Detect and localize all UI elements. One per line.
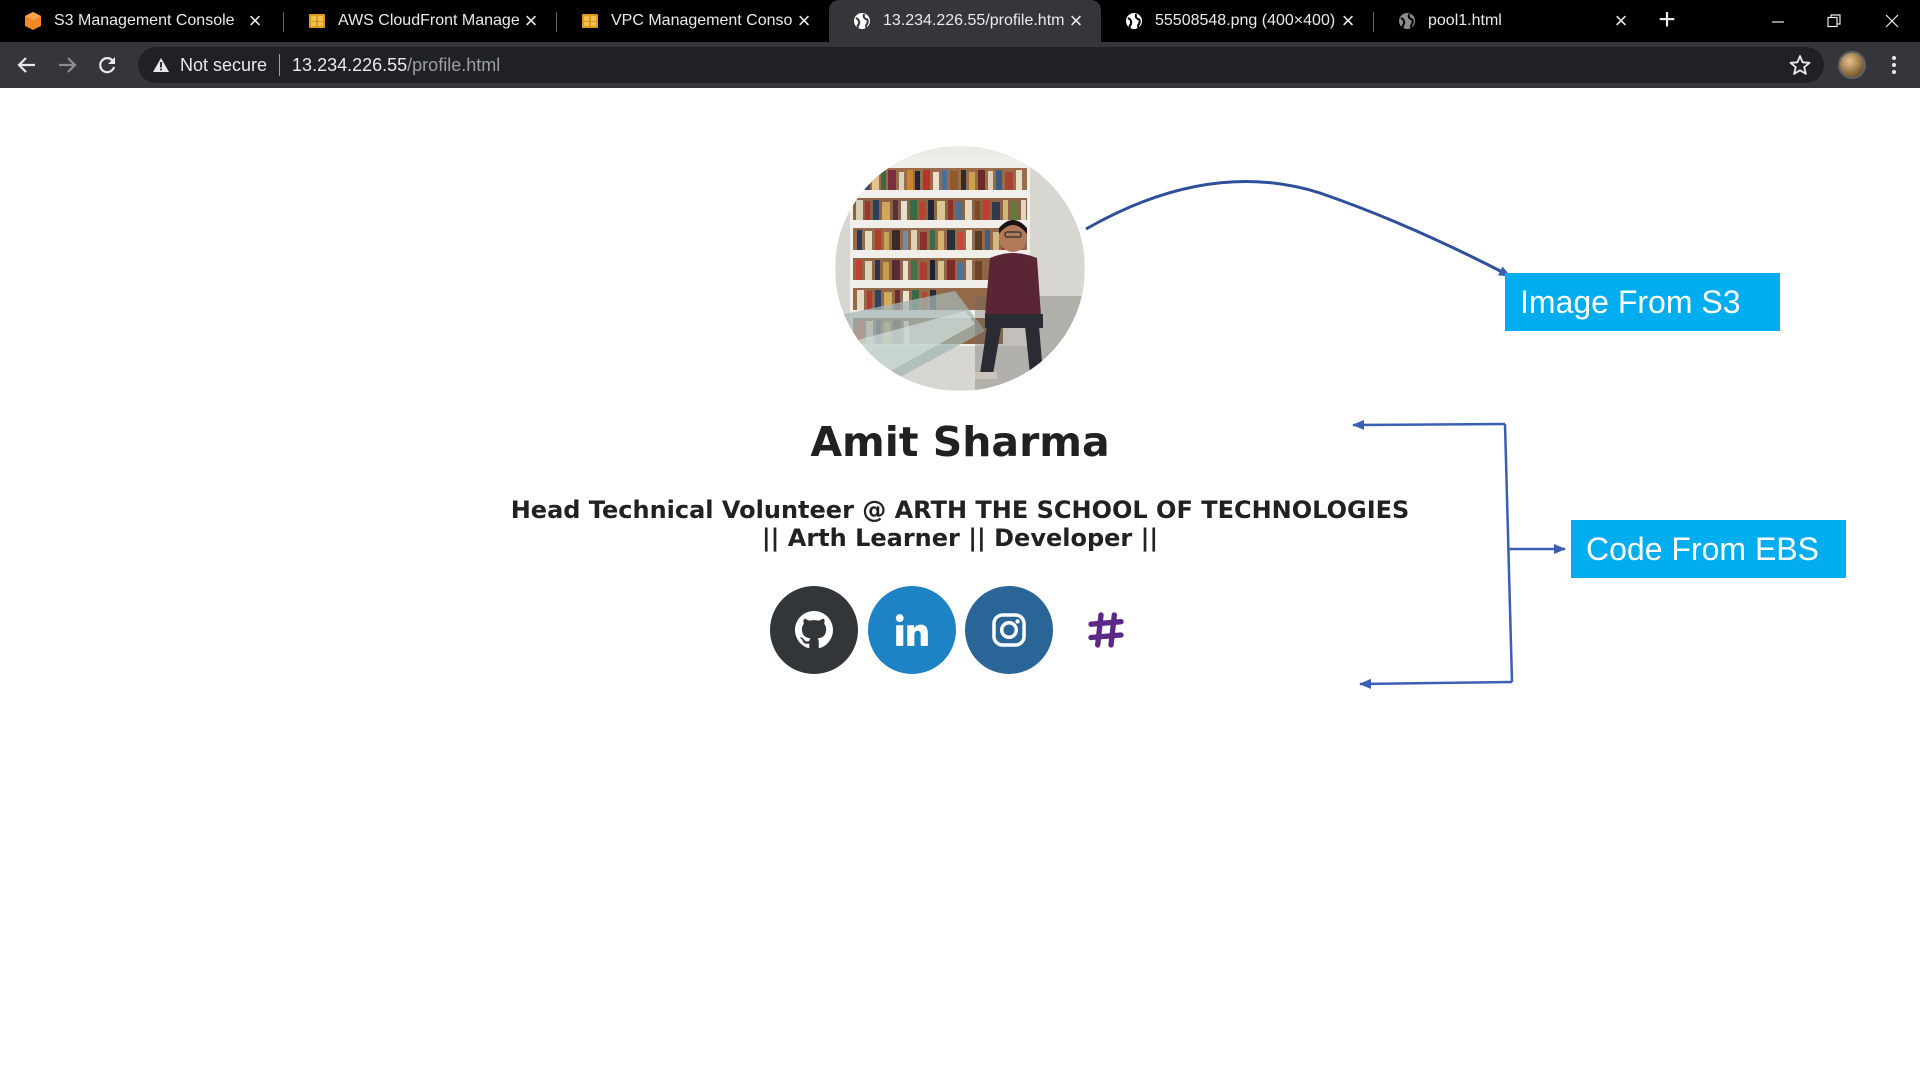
linkedin-icon	[895, 614, 928, 646]
tab-title: 55508548.png (400×400)	[1155, 12, 1336, 29]
github-link[interactable]	[770, 586, 858, 674]
tab-title: S3 Management Console	[54, 12, 235, 29]
minimize-icon	[1772, 21, 1784, 23]
page-content: Amit Sharma Head Technical Volunteer @ A…	[0, 88, 1920, 1080]
tab-profile-page[interactable]: 13.234.226.55/profile.html ×	[829, 0, 1101, 42]
linkedin-link[interactable]	[868, 586, 956, 674]
slack-link[interactable]	[1066, 586, 1146, 674]
instagram-icon	[992, 613, 1026, 647]
tab-title: VPC Management Console	[611, 12, 793, 29]
aws-vpc-icon	[579, 10, 601, 32]
tab-title: 13.234.226.55/profile.html	[883, 12, 1065, 29]
slack-icon	[1088, 612, 1124, 648]
back-button[interactable]	[10, 48, 44, 82]
globe-icon	[1123, 10, 1145, 32]
tab-close-icon[interactable]: ×	[1610, 10, 1632, 32]
tab-title: pool1.html	[1428, 12, 1502, 29]
arrow-left-icon	[17, 57, 35, 73]
restore-button[interactable]	[1806, 0, 1862, 42]
new-tab-button[interactable]: +	[1652, 5, 1682, 36]
tab-close-icon[interactable]: ×	[244, 10, 266, 32]
tab-image-png[interactable]: 55508548.png (400×400) ×	[1101, 0, 1373, 42]
tab-strip: S3 Management Console × AWS CloudFront M…	[0, 0, 1920, 42]
instagram-link[interactable]	[965, 586, 1053, 674]
tab-vpc-console[interactable]: VPC Management Console ×	[557, 0, 829, 42]
profile-name: Amit Sharma	[810, 418, 1110, 466]
github-icon	[795, 611, 833, 649]
browser-menu-button[interactable]	[1880, 50, 1908, 80]
profile-photo	[835, 146, 1085, 391]
minimize-button[interactable]	[1750, 0, 1806, 42]
globe-icon	[851, 10, 873, 32]
aws-cloudfront-icon	[306, 10, 328, 32]
image-from-s3-callout: Image From S3	[1505, 273, 1780, 331]
bookmark-star-icon[interactable]	[1788, 53, 1812, 77]
profile-avatar[interactable]	[1838, 51, 1866, 79]
aws-s3-icon	[22, 10, 44, 32]
forward-button[interactable]	[50, 48, 84, 82]
tab-title: AWS CloudFront Managemen	[338, 12, 520, 29]
omnibox-divider	[279, 54, 281, 76]
tab-s3-console[interactable]: S3 Management Console ×	[0, 0, 280, 42]
security-status-label[interactable]: Not secure	[180, 55, 267, 76]
code-from-ebs-callout: Code From EBS	[1571, 520, 1846, 578]
tab-close-icon[interactable]: ×	[1337, 10, 1359, 32]
arrow-right-icon	[59, 57, 77, 73]
restore-icon	[1827, 14, 1841, 28]
url-host[interactable]: 13.234.226.55	[292, 55, 407, 76]
globe-icon	[1396, 10, 1418, 32]
headline-line-1: Head Technical Volunteer @ ARTH THE SCHO…	[510, 496, 1410, 524]
browser-toolbar: Not secure 13.234.226.55 /profile.html	[0, 42, 1920, 88]
tab-close-icon[interactable]: ×	[1065, 10, 1087, 32]
reload-button[interactable]	[90, 48, 124, 82]
window-close-button[interactable]	[1864, 0, 1920, 42]
tab-close-icon[interactable]: ×	[793, 10, 815, 32]
warning-icon[interactable]	[150, 54, 172, 76]
profile-headline: Head Technical Volunteer @ ARTH THE SCHO…	[460, 496, 1460, 552]
more-vert-icon	[1892, 56, 1896, 74]
headline-line-2: || Arth Learner || Developer ||	[761, 524, 1159, 552]
tab-pool1[interactable]: pool1.html ×	[1374, 0, 1646, 42]
url-path[interactable]: /profile.html	[407, 55, 500, 76]
tab-close-icon[interactable]: ×	[520, 10, 542, 32]
address-bar[interactable]: Not secure 13.234.226.55 /profile.html	[138, 47, 1824, 83]
reload-icon	[99, 57, 116, 74]
close-icon	[1885, 14, 1899, 28]
tab-cloudfront-console[interactable]: AWS CloudFront Managemen ×	[284, 0, 556, 42]
